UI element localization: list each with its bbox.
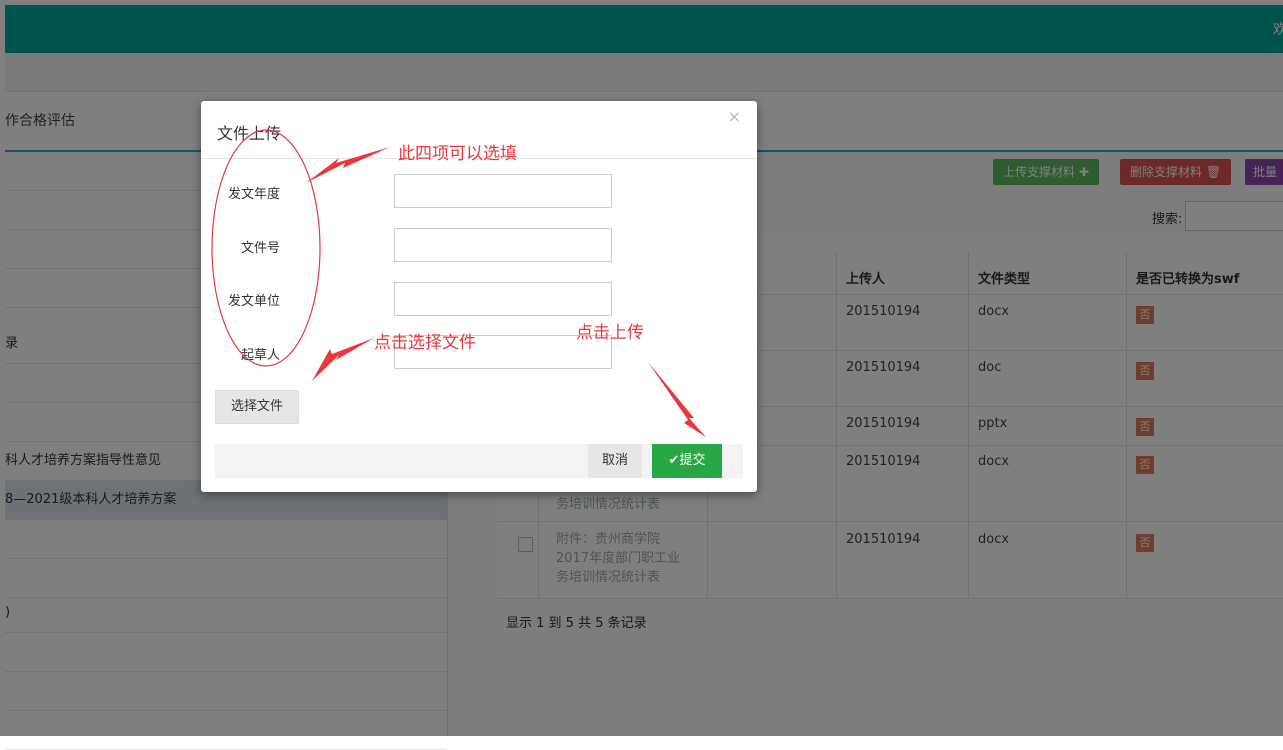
annotation-choose-note: 点击选择文件 bbox=[374, 333, 476, 353]
annotation-layer bbox=[211, 129, 706, 437]
annotation-optional-note: 此四项可以选填 bbox=[398, 144, 517, 164]
annotation-ellipse bbox=[211, 129, 321, 367]
annotation-upload-note: 点击上传 bbox=[576, 323, 644, 343]
annotation-arrow-optional bbox=[306, 147, 390, 183]
annotation-arrow-submit bbox=[648, 362, 706, 437]
annotation-arrow-choose bbox=[312, 338, 374, 381]
